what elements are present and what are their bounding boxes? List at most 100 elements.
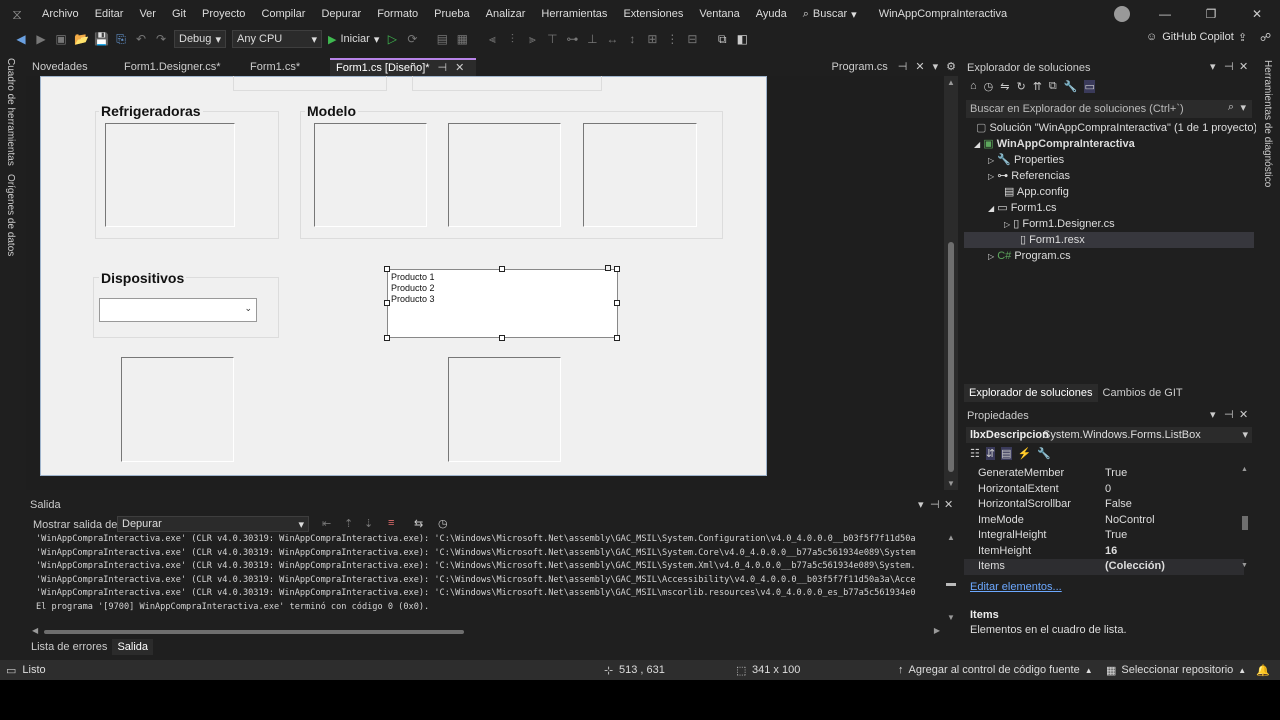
scroll-up-icon[interactable]: ▲	[947, 78, 955, 87]
pin-icon[interactable]: ⊣	[930, 498, 940, 511]
start-without-debug-icon[interactable]: ▷	[385, 32, 399, 46]
menu-formato[interactable]: Formato	[369, 0, 426, 28]
undo-icon[interactable]: ↶	[134, 32, 148, 46]
clear-all-icon[interactable]: ≡	[388, 517, 394, 529]
minimize-icon[interactable]: —	[1142, 7, 1188, 21]
property-grid-scrollbar[interactable]: ▲ ▼	[1240, 466, 1250, 574]
grid-icon[interactable]: ⊞	[645, 32, 659, 46]
resize-handle-ne[interactable]	[614, 266, 620, 272]
tab-form1-design[interactable]: Form1.cs [Diseño]* ⊣ ✕	[330, 58, 477, 76]
repo-button[interactable]: ▦ Seleccionar repositorio ▲	[1106, 664, 1246, 677]
tab-novedades[interactable]: Novedades	[26, 58, 118, 76]
solution-search-input[interactable]: Buscar en Explorador de soluciones (Ctrl…	[966, 100, 1252, 118]
output-source-select[interactable]: Depurar ▾	[117, 516, 309, 532]
restore-icon[interactable]: ❐	[1188, 7, 1234, 21]
find-message-icon[interactable]: ⇤	[322, 517, 331, 530]
toolbox-tab[interactable]: Cuadro de herramientas	[5, 58, 16, 166]
prev-message-icon[interactable]: ⇡	[344, 517, 353, 530]
tree-program-cs[interactable]: ▷ C# Program.cs	[964, 248, 1254, 264]
close-panel-icon[interactable]: ✕	[1239, 60, 1248, 73]
output-vertical-scrollbar[interactable]: ▲ ▼	[944, 533, 958, 623]
prop-value[interactable]: False	[1105, 497, 1132, 513]
align-center-icon[interactable]: ⫶	[505, 32, 519, 47]
picture-dispositivo-2[interactable]	[448, 357, 561, 462]
hot-reload-icon[interactable]: ⟳	[405, 32, 419, 46]
prop-value[interactable]: (Colección)	[1105, 559, 1165, 575]
tab-form1-designer-cs[interactable]: Form1.Designer.cs*	[118, 58, 244, 76]
designer-vertical-scrollbar[interactable]: ▲ ▼	[944, 76, 958, 490]
prop-row-itemheight[interactable]: ItemHeight 16	[964, 544, 1244, 560]
align-middle-icon[interactable]: ⊶	[565, 32, 579, 46]
scroll-right-icon[interactable]: ▶	[934, 626, 940, 635]
prop-row-items[interactable]: Items (Colección)	[964, 559, 1244, 575]
diagnostics-tab[interactable]: Herramientas de diagnóstico	[1262, 60, 1273, 187]
smart-tag-icon[interactable]	[605, 265, 611, 271]
menu-git[interactable]: Git	[164, 0, 194, 28]
start-button[interactable]: ▶ Iniciar ▾	[328, 33, 379, 46]
prop-row-horizontalscrollbar[interactable]: HorizontalScrollbar False	[964, 497, 1244, 513]
picture-dispositivo-1[interactable]	[121, 357, 234, 462]
copilot-button[interactable]: ☺ GitHub Copilot	[1146, 31, 1234, 43]
save-icon[interactable]: 💾	[94, 32, 109, 46]
collapse-icon[interactable]: ⇈	[1033, 80, 1042, 93]
resize-handle-sw[interactable]	[384, 335, 390, 341]
close-window-icon[interactable]: ✕	[1234, 7, 1280, 21]
scroll-thumb[interactable]	[946, 583, 956, 586]
form1-design[interactable]: Refrigeradoras Modelo Dispositivos ⌄ Pro…	[40, 76, 767, 476]
scroll-thumb[interactable]	[1242, 516, 1248, 530]
menu-compilar[interactable]: Compilar	[253, 0, 313, 28]
redo-icon[interactable]: ↷	[154, 32, 168, 46]
bring-front-icon[interactable]: ◧	[735, 32, 749, 46]
picture-modelo-2[interactable]	[448, 123, 561, 227]
platform-select[interactable]: Any CPU ▾	[232, 30, 322, 48]
panel-dropdown-icon[interactable]: ▾	[1210, 60, 1216, 73]
tab-output[interactable]: Salida	[112, 639, 154, 655]
home-icon[interactable]: ⌂	[970, 80, 977, 93]
spacing-icon[interactable]: ⋮	[665, 32, 679, 46]
same-height-icon[interactable]: ↕	[625, 32, 639, 46]
tree-form1-resx[interactable]: ▯ Form1.resx	[964, 232, 1254, 248]
scroll-down-icon[interactable]: ▼	[1241, 562, 1248, 569]
prop-row-horizontalextent[interactable]: HorizontalExtent 0	[964, 482, 1244, 498]
search-button[interactable]: ⌕ Buscar ▾	[795, 8, 865, 21]
list-item[interactable]: Producto 2	[391, 283, 614, 294]
align-bottom-icon[interactable]: ⊥	[585, 32, 599, 46]
prop-value[interactable]: 0	[1105, 482, 1111, 498]
open-icon[interactable]: 📂	[74, 32, 89, 46]
wrench-icon[interactable]: 🔧	[1064, 80, 1078, 93]
edit-items-link[interactable]: Editar elementos...	[970, 581, 1062, 593]
close-panel-icon[interactable]: ✕	[1239, 408, 1248, 421]
scroll-left-icon[interactable]: ◀	[32, 626, 38, 635]
datasources-tab[interactable]: Orígenes de datos	[5, 174, 16, 256]
history-icon[interactable]: ◷	[984, 80, 994, 93]
avatar[interactable]	[1102, 6, 1142, 22]
prop-value[interactable]: NoControl	[1105, 513, 1155, 529]
menu-extensiones[interactable]: Extensiones	[615, 0, 691, 28]
output-horizontal-scrollbar[interactable]: ◀ ▶	[30, 626, 942, 638]
copy-icon[interactable]: ⧉	[1049, 80, 1057, 93]
refresh-icon[interactable]: ↻	[1016, 80, 1025, 93]
save-all-icon[interactable]: ⎘	[114, 32, 128, 47]
scroll-down-icon[interactable]: ▼	[947, 479, 955, 488]
resize-handle-se[interactable]	[614, 335, 620, 341]
resize-handle-nw[interactable]	[384, 266, 390, 272]
list-item[interactable]: Producto 1	[391, 272, 614, 283]
align-right-icon[interactable]: ⫸	[525, 32, 539, 47]
notifications-icon[interactable]: 🔔	[1256, 664, 1270, 677]
tab-form1-cs[interactable]: Form1.cs*	[244, 58, 330, 76]
menu-herramientas[interactable]: Herramientas	[533, 0, 615, 28]
lbx-descripcion-listbox[interactable]: Producto 1 Producto 2 Producto 3	[387, 269, 618, 338]
pin-icon[interactable]: ⊣	[1224, 408, 1234, 421]
scroll-thumb[interactable]	[948, 242, 954, 472]
panel-dropdown-icon[interactable]: ▾	[918, 498, 924, 511]
source-control-button[interactable]: ↑ Agregar al control de código fuente ▲	[898, 664, 1093, 676]
close-tab-icon[interactable]: ✕	[455, 61, 464, 76]
close-tab-icon[interactable]: ✕	[911, 58, 928, 76]
layout-icon[interactable]: ▦	[455, 32, 469, 46]
categorized-icon[interactable]: ☷	[970, 447, 980, 460]
menu-archivo[interactable]: Archivo	[34, 0, 87, 28]
menu-analizar[interactable]: Analizar	[478, 0, 534, 28]
tree-referencias[interactable]: ▷ ⊶ Referencias	[964, 168, 1254, 184]
tab-git-changes[interactable]: Cambios de GIT	[1098, 384, 1188, 402]
feedback-icon[interactable]: ☍	[1260, 31, 1271, 44]
